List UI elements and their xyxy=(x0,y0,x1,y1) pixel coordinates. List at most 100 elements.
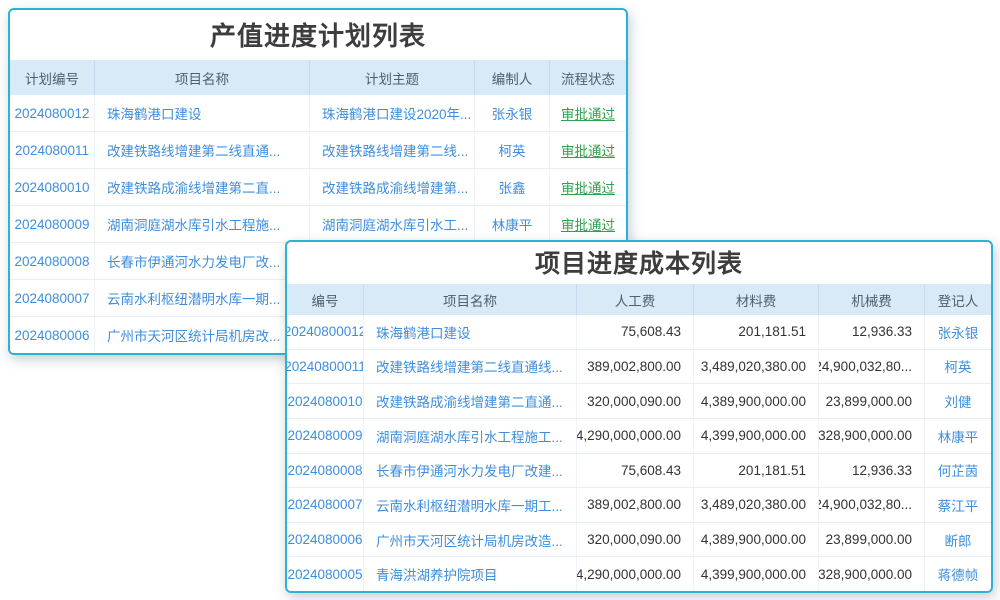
plan-list-title: 产值进度计划列表 xyxy=(10,10,626,60)
plan-subject-cell[interactable]: 湖南洞庭湖水库引水工... xyxy=(310,206,475,242)
plan-column-header-3: 编制人 xyxy=(475,60,550,95)
project-name-cell[interactable]: 改建铁路成渝线增建第二直通... xyxy=(364,384,577,418)
table-row: 2024080007云南水利枢纽潜明水库一期工...389,002,800.00… xyxy=(287,488,991,523)
status-link[interactable]: 审批通过 xyxy=(550,206,626,242)
cost-column-header-4: 机械费 xyxy=(819,284,925,315)
plan-subject-cell[interactable]: 珠海鹤港口建设2020年... xyxy=(310,95,475,131)
registrant-cell: 蒋德帧 xyxy=(925,557,991,591)
registrant-cell: 刘健 xyxy=(925,384,991,418)
cost-column-header-0: 编号 xyxy=(287,284,364,315)
status-link[interactable]: 审批通过 xyxy=(550,132,626,168)
table-row: 2024080006广州市天河区统计局机房改造...320,000,090.00… xyxy=(287,523,991,558)
project-name-cell[interactable]: 改建铁路线增建第二线直通线... xyxy=(364,350,577,384)
table-row: 2024080009湖南洞庭湖水库引水工程施...湖南洞庭湖水库引水工...林康… xyxy=(10,206,626,243)
status-link[interactable]: 审批通过 xyxy=(550,169,626,205)
cost-id-cell[interactable]: 2024080009 xyxy=(287,419,364,453)
material-cost-cell: 3,489,020,380.00 xyxy=(694,350,819,384)
cost-table-header: 编号项目名称人工费材料费机械费登记人 xyxy=(287,284,991,315)
status-link[interactable]: 审批通过 xyxy=(550,95,626,131)
table-row: 2024080011改建铁路线增建第二线直通...改建铁路线增建第二线...柯英… xyxy=(10,132,626,169)
project-name-cell[interactable]: 广州市天河区统计局机房改... xyxy=(95,317,310,353)
labor-cost-cell: 389,002,800.00 xyxy=(577,488,694,522)
table-row: 2024080008长春市伊通河水力发电厂改建...75,608.43201,1… xyxy=(287,454,991,489)
cost-id-cell[interactable]: 20240800012 xyxy=(287,315,364,349)
registrant-cell: 柯英 xyxy=(925,350,991,384)
plan-column-header-0: 计划编号 xyxy=(10,60,95,95)
cost-column-header-1: 项目名称 xyxy=(364,284,577,315)
project-name-cell[interactable]: 改建铁路成渝线增建第二直... xyxy=(95,169,310,205)
material-cost-cell: 4,399,900,000.00 xyxy=(694,419,819,453)
project-name-cell[interactable]: 青海洪湖养护院项目 xyxy=(364,557,577,591)
machine-cost-cell: 24,900,032,80... xyxy=(819,350,925,384)
labor-cost-cell: 320,000,090.00 xyxy=(577,523,694,557)
material-cost-cell: 201,181.51 xyxy=(694,315,819,349)
project-name-cell[interactable]: 珠海鹤港口建设 xyxy=(95,95,310,131)
cost-column-header-5: 登记人 xyxy=(925,284,991,315)
cost-id-cell[interactable]: 20240800011 xyxy=(287,350,364,384)
plan-id-cell[interactable]: 2024080007 xyxy=(10,280,95,316)
machine-cost-cell: 328,900,000.00 xyxy=(819,419,925,453)
cost-id-cell[interactable]: 2024080008 xyxy=(287,454,364,488)
plan-id-cell[interactable]: 2024080009 xyxy=(10,206,95,242)
labor-cost-cell: 75,608.43 xyxy=(577,315,694,349)
project-name-cell[interactable]: 长春市伊通河水力发电厂改... xyxy=(95,243,310,279)
plan-column-header-1: 项目名称 xyxy=(95,60,310,95)
labor-cost-cell: 4,290,000,000.00 xyxy=(577,557,694,591)
plan-table-header: 计划编号项目名称计划主题编制人流程状态 xyxy=(10,60,626,95)
cost-id-cell[interactable]: 2024080005 xyxy=(287,557,364,591)
plan-id-cell[interactable]: 2024080010 xyxy=(10,169,95,205)
cost-id-cell[interactable]: 2024080010 xyxy=(287,384,364,418)
machine-cost-cell: 23,899,000.00 xyxy=(819,384,925,418)
project-name-cell[interactable]: 广州市天河区统计局机房改造... xyxy=(364,523,577,557)
plan-column-header-4: 流程状态 xyxy=(550,60,626,95)
labor-cost-cell: 75,608.43 xyxy=(577,454,694,488)
plan-subject-cell[interactable]: 改建铁路成渝线增建第... xyxy=(310,169,475,205)
table-row: 2024080012珠海鹤港口建设珠海鹤港口建设2020年...张永银审批通过 xyxy=(10,95,626,132)
plan-subject-cell[interactable]: 改建铁路线增建第二线... xyxy=(310,132,475,168)
machine-cost-cell: 24,900,032,80... xyxy=(819,488,925,522)
registrant-cell: 断郎 xyxy=(925,523,991,557)
project-name-cell[interactable]: 湖南洞庭湖水库引水工程施... xyxy=(95,206,310,242)
material-cost-cell: 4,399,900,000.00 xyxy=(694,557,819,591)
compiler-cell: 张鑫 xyxy=(475,169,550,205)
compiler-cell: 柯英 xyxy=(475,132,550,168)
registrant-cell: 蔡江平 xyxy=(925,488,991,522)
cost-column-header-2: 人工费 xyxy=(577,284,694,315)
table-row: 2024080009湖南洞庭湖水库引水工程施工...4,290,000,000.… xyxy=(287,419,991,454)
machine-cost-cell: 12,936.33 xyxy=(819,315,925,349)
project-name-cell[interactable]: 改建铁路线增建第二线直通... xyxy=(95,132,310,168)
project-name-cell[interactable]: 长春市伊通河水力发电厂改建... xyxy=(364,454,577,488)
cost-id-cell[interactable]: 2024080007 xyxy=(287,488,364,522)
machine-cost-cell: 328,900,000.00 xyxy=(819,557,925,591)
plan-id-cell[interactable]: 2024080008 xyxy=(10,243,95,279)
machine-cost-cell: 12,936.33 xyxy=(819,454,925,488)
compiler-cell: 林康平 xyxy=(475,206,550,242)
labor-cost-cell: 320,000,090.00 xyxy=(577,384,694,418)
plan-id-cell[interactable]: 2024080006 xyxy=(10,317,95,353)
cost-table-body: 20240800012珠海鹤港口建设75,608.43201,181.5112,… xyxy=(287,315,991,591)
project-name-cell[interactable]: 云南水利枢纽潜明水库一期工... xyxy=(364,488,577,522)
cost-list-title: 项目进度成本列表 xyxy=(287,242,991,284)
registrant-cell: 林康平 xyxy=(925,419,991,453)
table-row: 2024080005青海洪湖养护院项目4,290,000,000.004,399… xyxy=(287,557,991,591)
labor-cost-cell: 4,290,000,000.00 xyxy=(577,419,694,453)
material-cost-cell: 201,181.51 xyxy=(694,454,819,488)
cost-id-cell[interactable]: 2024080006 xyxy=(287,523,364,557)
plan-id-cell[interactable]: 2024080012 xyxy=(10,95,95,131)
plan-column-header-2: 计划主题 xyxy=(310,60,475,95)
registrant-cell: 张永银 xyxy=(925,315,991,349)
cost-list-card: 项目进度成本列表 编号项目名称人工费材料费机械费登记人 20240800012珠… xyxy=(285,240,993,593)
registrant-cell: 何芷茵 xyxy=(925,454,991,488)
material-cost-cell: 4,389,900,000.00 xyxy=(694,523,819,557)
project-name-cell[interactable]: 湖南洞庭湖水库引水工程施工... xyxy=(364,419,577,453)
cost-column-header-3: 材料费 xyxy=(694,284,819,315)
project-name-cell[interactable]: 珠海鹤港口建设 xyxy=(364,315,577,349)
plan-id-cell[interactable]: 2024080011 xyxy=(10,132,95,168)
table-row: 2024080010改建铁路成渝线增建第二直通...320,000,090.00… xyxy=(287,384,991,419)
table-row: 2024080010改建铁路成渝线增建第二直...改建铁路成渝线增建第...张鑫… xyxy=(10,169,626,206)
table-row: 20240800012珠海鹤港口建设75,608.43201,181.5112,… xyxy=(287,315,991,350)
table-row: 20240800011改建铁路线增建第二线直通线...389,002,800.0… xyxy=(287,350,991,385)
compiler-cell: 张永银 xyxy=(475,95,550,131)
project-name-cell[interactable]: 云南水利枢纽潜明水库一期... xyxy=(95,280,310,316)
machine-cost-cell: 23,899,000.00 xyxy=(819,523,925,557)
